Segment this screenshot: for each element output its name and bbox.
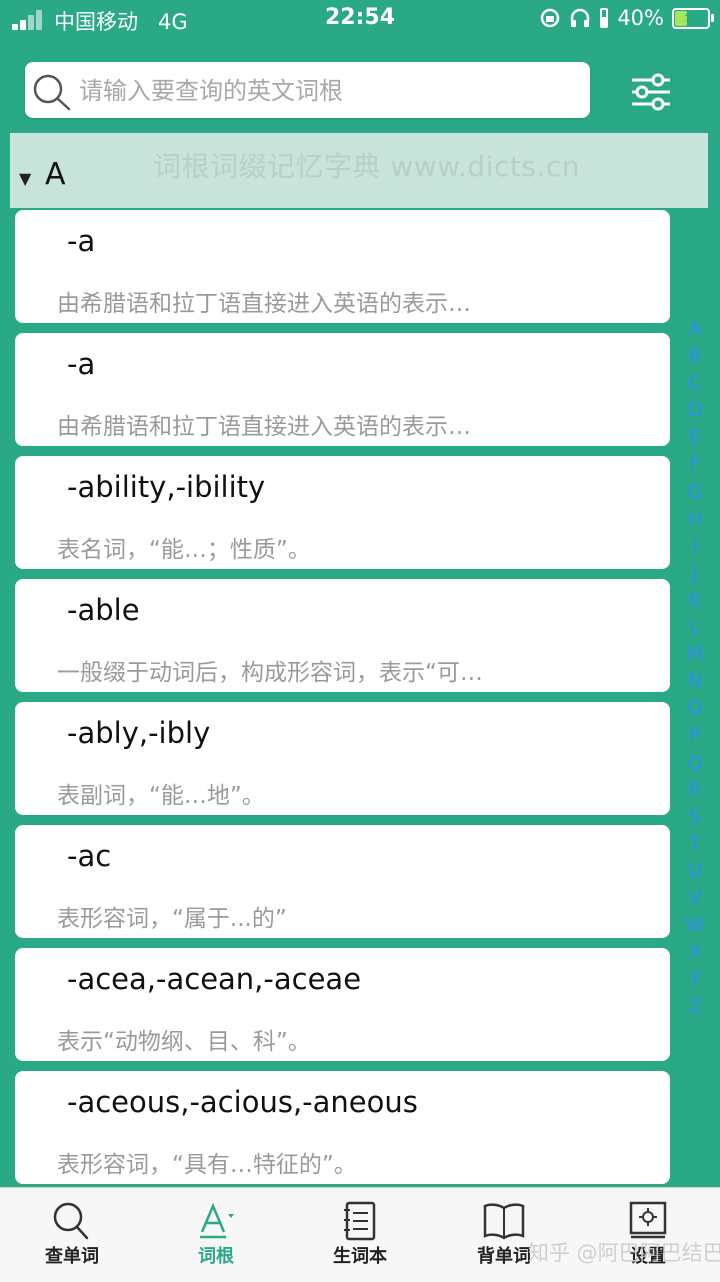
status-right: 40% ⚡ <box>539 6 714 30</box>
index-letter-a[interactable]: A <box>682 316 708 343</box>
filter-settings-icon[interactable] <box>624 68 676 116</box>
root-word: -acea,-acean,-aceae <box>67 962 362 996</box>
tab-settings[interactable]: 设置 <box>576 1188 720 1282</box>
root-word: -ac <box>67 839 112 873</box>
root-word: -ably,-ibly <box>67 716 211 750</box>
root-word: -ability,-ibility <box>67 470 266 504</box>
tab-lookup[interactable]: 查单词 <box>0 1188 144 1282</box>
root-letter-icon <box>200 1202 234 1239</box>
index-letter-x[interactable]: X <box>682 939 708 966</box>
search-icon <box>33 74 71 111</box>
site-watermark: 词根词缀记忆字典 www.dicts.cn <box>153 150 580 183</box>
search-input[interactable] <box>77 70 576 112</box>
search-icon <box>53 1202 89 1240</box>
alphabet-index[interactable]: ABCDEFGHIJKLMNOPQRSTUVWXYZ <box>682 316 708 1020</box>
list-item[interactable]: -a 由希腊语和拉丁语直接进入英语的表示… <box>15 333 670 446</box>
index-letter-h[interactable]: H <box>682 506 708 533</box>
index-letter-g[interactable]: G <box>682 479 708 506</box>
root-word: -a <box>67 347 96 381</box>
list-item[interactable]: -ac 表形容词，“属于...的” <box>15 825 670 938</box>
root-description: 表示“动物纲、目、科”。 <box>57 1029 311 1055</box>
zhihu-watermark: 知乎 @阿巴阿巴结巴 <box>528 1241 720 1265</box>
root-word: -a <box>67 224 96 258</box>
root-description: 表形容词，“属于...的” <box>57 906 287 932</box>
rotation-lock-icon <box>541 8 560 28</box>
battery-percent: 40% <box>617 6 664 30</box>
list-item[interactable]: -a 由希腊语和拉丁语直接进入英语的表示… <box>15 210 670 323</box>
index-letter-t[interactable]: T <box>682 831 708 858</box>
root-word: -aceous,-acious,-aneous <box>67 1085 418 1119</box>
collapse-triangle-icon: ▼ <box>19 169 32 188</box>
index-letter-e[interactable]: E <box>682 424 708 451</box>
root-description: 表名词，“能…；性质”。 <box>57 537 311 563</box>
index-letter-k[interactable]: K <box>682 587 708 614</box>
status-bar: 中国移动 4G 22:54 40% ⚡ <box>0 0 720 40</box>
list-item[interactable]: -aceous,-acious,-aneous 表形容词，“具有…特征的”。 <box>15 1071 670 1184</box>
index-letter-s[interactable]: S <box>682 804 708 831</box>
root-description: 表副词，“能…地”。 <box>57 783 265 809</box>
index-letter-m[interactable]: M <box>682 641 708 668</box>
settings-icon <box>629 1201 667 1239</box>
tab-vocabulary-book[interactable]: 生词本 <box>288 1188 432 1282</box>
index-letter-d[interactable]: D <box>682 397 708 424</box>
tab-memorize[interactable]: 背单词 <box>432 1188 576 1282</box>
open-book-icon <box>483 1203 525 1240</box>
index-letter-i[interactable]: I <box>682 533 708 560</box>
root-description: 一般缀于动词后，构成形容词，表示“可… <box>57 660 483 686</box>
headphones-icon <box>571 8 590 27</box>
list-item[interactable]: -ably,-ibly 表副词，“能…地”。 <box>15 702 670 815</box>
index-letter-y[interactable]: Y <box>682 966 708 993</box>
index-letter-w[interactable]: W <box>682 912 708 939</box>
list-item[interactable]: -able 一般缀于动词后，构成形容词，表示“可… <box>15 579 670 692</box>
index-letter-b[interactable]: B <box>682 343 708 370</box>
tab-bar: 查单词 词根 生词本 背单词 设置 <box>0 1187 720 1282</box>
index-letter-u[interactable]: U <box>682 858 708 885</box>
battery-icon: ⚡ <box>672 7 714 29</box>
index-letter-c[interactable]: C <box>682 370 708 397</box>
tab-roots[interactable]: 词根 <box>144 1188 288 1282</box>
section-header[interactable]: ▼ A 词根词缀记忆字典 www.dicts.cn <box>10 133 708 208</box>
root-word: -able <box>67 593 140 627</box>
section-letter: A <box>45 157 66 192</box>
list-item[interactable]: -acea,-acean,-aceae 表示“动物纲、目、科”。 <box>15 948 670 1061</box>
notebook-icon <box>344 1201 376 1241</box>
index-letter-f[interactable]: F <box>682 451 708 478</box>
index-letter-l[interactable]: L <box>682 614 708 641</box>
index-letter-p[interactable]: P <box>682 722 708 749</box>
root-description: 由希腊语和拉丁语直接进入英语的表示… <box>57 291 471 317</box>
index-letter-o[interactable]: O <box>682 695 708 722</box>
index-letter-v[interactable]: V <box>682 885 708 912</box>
root-description: 由希腊语和拉丁语直接进入英语的表示… <box>57 414 471 440</box>
index-letter-n[interactable]: N <box>682 668 708 695</box>
index-letter-r[interactable]: R <box>682 777 708 804</box>
sim-icon <box>600 8 609 28</box>
root-description: 表形容词，“具有…特征的”。 <box>57 1152 357 1178</box>
index-letter-j[interactable]: J <box>682 560 708 587</box>
search-bar[interactable] <box>25 62 590 118</box>
index-letter-q[interactable]: Q <box>682 750 708 777</box>
index-letter-z[interactable]: Z <box>682 993 708 1020</box>
list-item[interactable]: -ability,-ibility 表名词，“能…；性质”。 <box>15 456 670 569</box>
